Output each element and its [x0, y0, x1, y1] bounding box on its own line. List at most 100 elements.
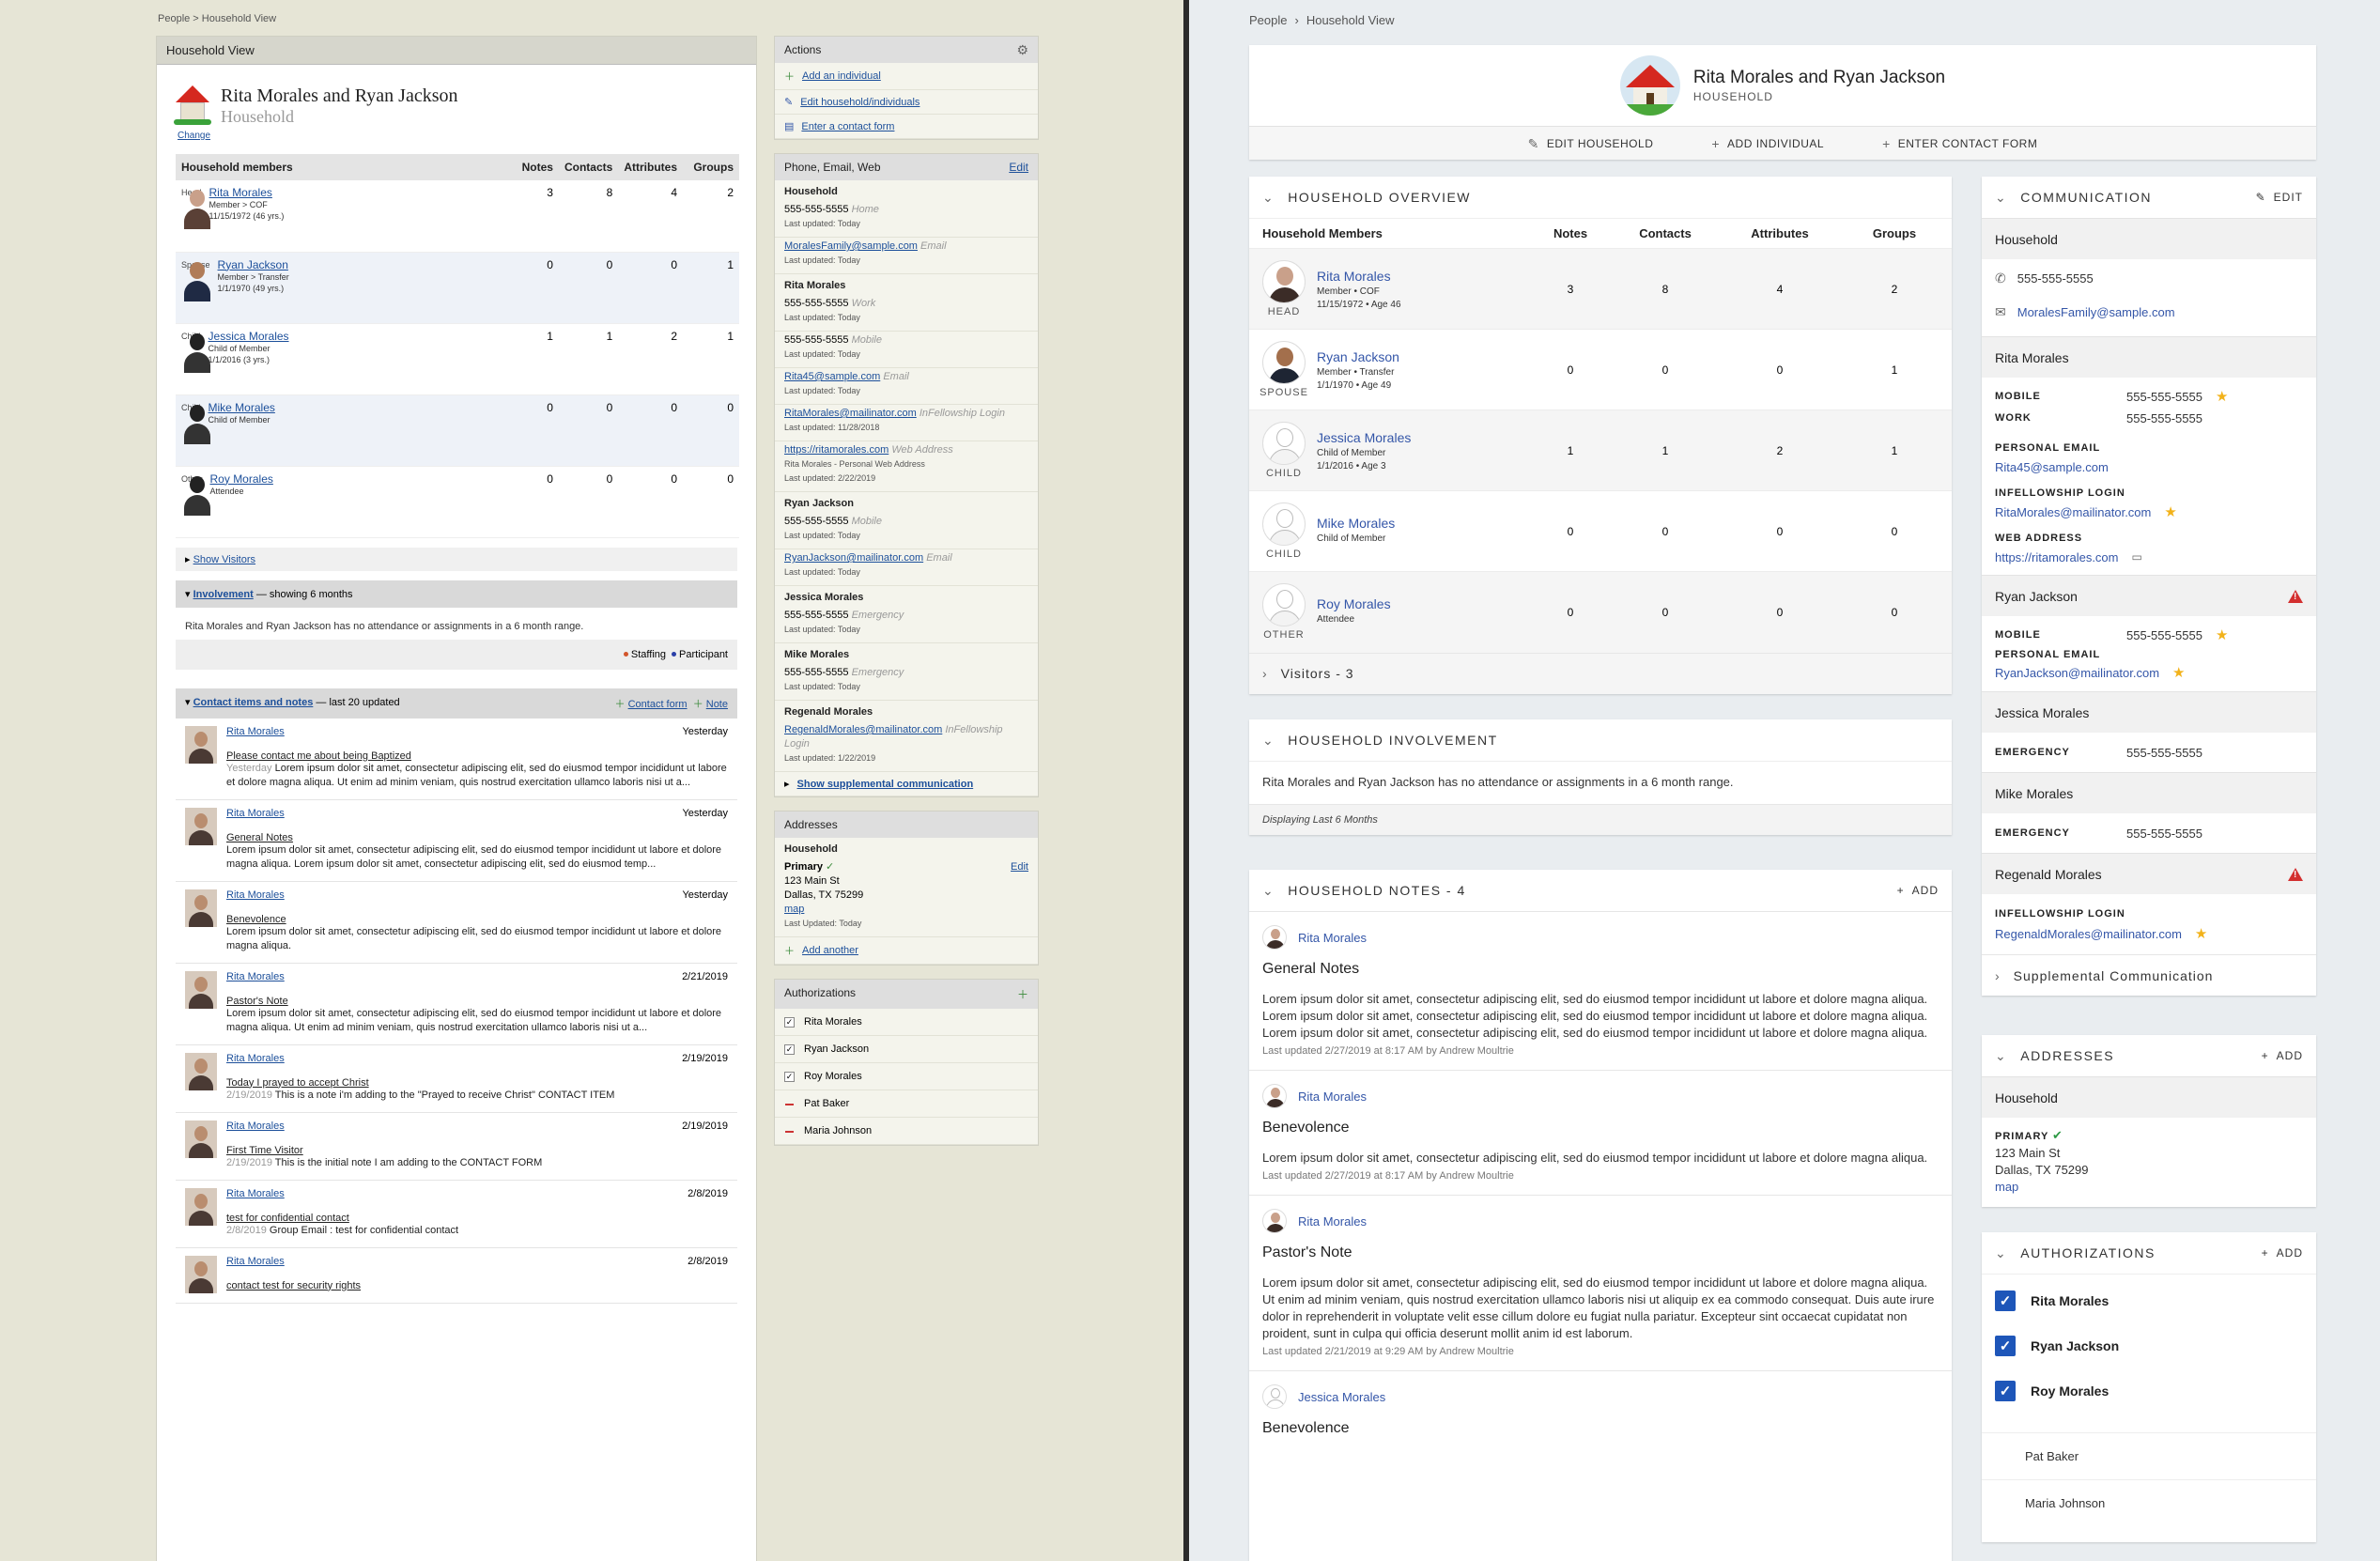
- contact-form-link[interactable]: Contact form: [628, 699, 688, 710]
- member-name-link[interactable]: Ryan Jackson: [218, 258, 289, 271]
- chevron-down-icon[interactable]: ⌄: [1995, 1049, 2007, 1062]
- contact-items-link[interactable]: Contact items and notes: [193, 697, 314, 708]
- note-user-link[interactable]: Rita Morales: [1298, 1090, 1367, 1104]
- comm-group-jessica: Jessica Morales: [1982, 691, 2316, 733]
- note-title-link[interactable]: First Time Visitor: [226, 1145, 728, 1156]
- map-link[interactable]: map: [1995, 1179, 2303, 1196]
- note-user-link[interactable]: Rita Morales: [226, 1256, 285, 1267]
- table-row: CHILD Mike Morales Child of Member 0 0 0 0: [1249, 490, 1952, 572]
- avatar: [1262, 1084, 1287, 1108]
- ryan-mobile: MOBILE 555-555-5555 ★: [1995, 627, 2229, 643]
- contact-group-label: Ryan Jackson: [784, 498, 854, 509]
- chevron-right-icon: ›: [1995, 967, 2001, 983]
- edit-household-button[interactable]: ✎ EDIT HOUSEHOLD: [1528, 137, 1654, 150]
- note-title-link[interactable]: Pastor's Note: [226, 996, 728, 1007]
- supplemental-row[interactable]: › Supplemental Communication: [1982, 954, 2316, 996]
- note-title: General Notes: [1262, 961, 1360, 977]
- note-user-link[interactable]: Rita Morales: [226, 808, 285, 819]
- breadcrumb-people[interactable]: People: [1249, 13, 1287, 27]
- add-address-button[interactable]: + ADD: [2262, 1049, 2303, 1062]
- add-authorization-icon[interactable]: ＋: [1017, 986, 1028, 1002]
- edit-communication-button[interactable]: ✎ EDIT: [2256, 191, 2303, 204]
- verified-icon: ✔: [2051, 1128, 2063, 1142]
- house-icon: [174, 85, 211, 125]
- chevron-down-icon[interactable]: ⌄: [1995, 1246, 2007, 1260]
- member-name-link[interactable]: Rita Morales: [209, 186, 285, 199]
- pew-edit-link[interactable]: Edit: [1009, 161, 1028, 174]
- note-user-link[interactable]: Rita Morales: [226, 1188, 285, 1199]
- add-note-button[interactable]: + ADD: [1897, 884, 1939, 897]
- avatar: [1262, 925, 1287, 950]
- add-authorization-button[interactable]: + ADD: [2262, 1246, 2303, 1260]
- member-name-link[interactable]: Rita Morales: [1317, 269, 1401, 284]
- communication-title: COMMUNICATION: [2020, 190, 2153, 205]
- member-name-link[interactable]: Jessica Morales: [1317, 430, 1411, 445]
- table-row: ChildMike MoralesChild of Member 0 0 0 0: [176, 394, 739, 467]
- note-link[interactable]: Note: [706, 699, 728, 710]
- address-edit-link[interactable]: Edit: [1011, 860, 1028, 931]
- note-user-link[interactable]: Rita Morales: [226, 1053, 285, 1064]
- show-supplemental-link[interactable]: Show supplemental communication: [797, 779, 974, 790]
- note-title-link[interactable]: contact test for security rights: [226, 1280, 728, 1291]
- checkbox[interactable]: ✓: [784, 1016, 795, 1028]
- note-title-link[interactable]: test for confidential contact: [226, 1213, 728, 1224]
- add-individual-button[interactable]: + ADD INDIVIDUAL: [1711, 137, 1824, 150]
- note-title-link[interactable]: Please contact me about being Baptized: [226, 750, 728, 762]
- contact-group-label: Rita Morales: [784, 280, 846, 291]
- list-item: Rita Morales Yesterday General Notes Lore…: [176, 800, 737, 882]
- actions-box: Actions ⚙ ＋ Add an individual ✎ Edit househ…: [774, 36, 1039, 140]
- visitors-row[interactable]: › Visitors - 3: [1249, 652, 1952, 694]
- authorization-item: Pat Baker: [775, 1090, 1038, 1118]
- note-user-link[interactable]: Rita Morales: [226, 889, 285, 901]
- note-title-link[interactable]: Today I prayed to accept Christ: [226, 1077, 728, 1089]
- chevron-down-icon[interactable]: ⌄: [1262, 734, 1275, 747]
- avatar: [1262, 260, 1306, 303]
- note-user-link[interactable]: Rita Morales: [1298, 931, 1367, 945]
- avatar: [1262, 341, 1306, 384]
- checkbox[interactable]: ✓: [1995, 1291, 2016, 1311]
- change-link[interactable]: Change: [178, 131, 210, 141]
- member-name-link[interactable]: Ryan Jackson: [1317, 349, 1399, 364]
- contact-group-label: Regenald Morales: [784, 706, 873, 718]
- minus-icon[interactable]: [784, 1126, 795, 1136]
- member-name-link[interactable]: Jessica Morales: [209, 330, 289, 343]
- note-user-link[interactable]: Rita Morales: [1298, 1214, 1367, 1229]
- addresses-card: ⌄ ADDRESSES + ADD Household PRIMARY ✔ 123 M…: [1982, 1035, 2316, 1207]
- checkbox[interactable]: ✓: [1995, 1336, 2016, 1356]
- chevron-down-icon[interactable]: ⌄: [1262, 884, 1275, 897]
- checkbox[interactable]: ✓: [784, 1043, 795, 1055]
- gear-icon[interactable]: ⚙: [1016, 43, 1028, 56]
- add-another-link[interactable]: Add another: [802, 945, 858, 956]
- enter-contact-form-button[interactable]: + ENTER CONTACT FORM: [1882, 137, 2037, 150]
- members-table: Household Members Notes Contacts Attribu…: [1249, 218, 1952, 653]
- note-user-link[interactable]: Rita Morales: [226, 1121, 285, 1132]
- checkbox[interactable]: ✓: [784, 1071, 795, 1082]
- note-user-link[interactable]: Rita Morales: [226, 971, 285, 982]
- action-edit-household[interactable]: ✎ Edit household/individuals: [775, 90, 1038, 115]
- action-add-individual[interactable]: ＋ Add an individual: [775, 63, 1038, 90]
- add-another-row[interactable]: ＋ Add another: [775, 937, 1038, 965]
- note-user-link[interactable]: Jessica Morales: [1298, 1390, 1385, 1404]
- member-name-link[interactable]: Mike Morales: [209, 401, 275, 414]
- col-contacts: Contacts: [1608, 218, 1723, 249]
- rita-login: RitaMorales@mailinator.com ★: [1995, 504, 2177, 520]
- note-title-link[interactable]: Benevolence: [226, 914, 728, 925]
- involvement-link[interactable]: Involvement: [193, 589, 254, 600]
- show-visitors-link[interactable]: Show Visitors: [193, 554, 255, 565]
- action-enter-contact-form[interactable]: ▤ Enter a contact form: [775, 115, 1038, 139]
- checkbox[interactable]: ✓: [1995, 1381, 2016, 1401]
- chevron-down-icon[interactable]: ⌄: [1262, 191, 1275, 204]
- plus-icon: ＋: [614, 698, 626, 710]
- chevron-down-icon[interactable]: ⌄: [1995, 191, 2007, 204]
- map-link[interactable]: map: [784, 904, 804, 915]
- note-title-link[interactable]: General Notes: [226, 832, 728, 843]
- household-email-link[interactable]: MoralesFamily@sample.com: [2017, 305, 2175, 319]
- member-name-link[interactable]: Mike Morales: [1317, 516, 1395, 531]
- household-phone: ✆ 555-555-5555: [1995, 270, 2094, 286]
- minus-icon[interactable]: [784, 1099, 795, 1109]
- show-supplemental-row[interactable]: ▸ Show supplemental communication: [775, 772, 1038, 796]
- member-name-link[interactable]: Roy Morales: [210, 472, 273, 486]
- note-user-link[interactable]: Rita Morales: [226, 726, 285, 737]
- col-household-members: Household Members: [1249, 218, 1533, 249]
- member-name-link[interactable]: Roy Morales: [1317, 596, 1391, 611]
